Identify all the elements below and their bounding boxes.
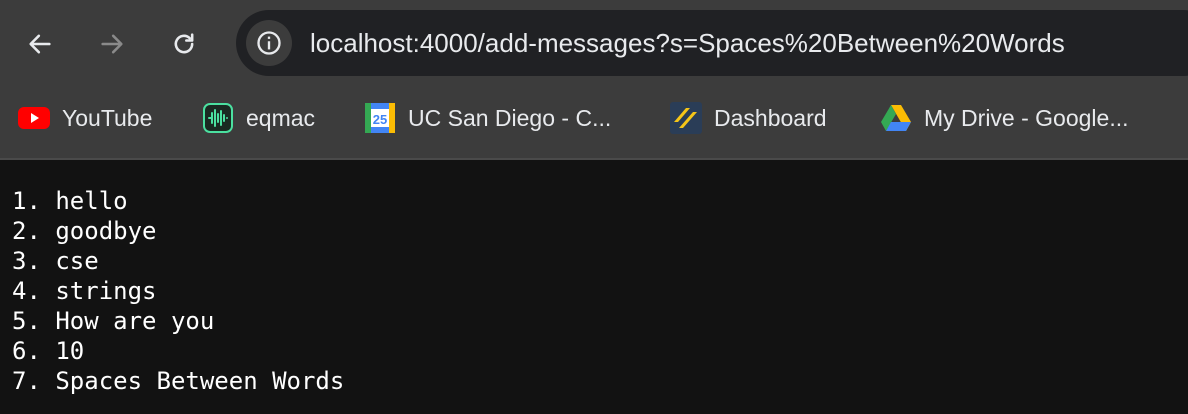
message-line: 3. cse: [12, 247, 99, 275]
svg-text:25: 25: [373, 112, 387, 127]
reload-button[interactable]: [164, 24, 204, 64]
calendar-icon: 25: [364, 102, 396, 134]
info-circle-icon: [257, 31, 281, 55]
message-line: 5. How are you: [12, 307, 215, 335]
message-line: 7. Spaces Between Words: [12, 367, 345, 395]
bookmarks-bar: YouTube eqmac 25 UC San Diego - C... Das…: [0, 88, 1188, 160]
site-info-button[interactable]: [246, 20, 292, 66]
forward-button[interactable]: [92, 24, 132, 64]
message-line: 6. 10: [12, 337, 85, 365]
bookmark-label: UC San Diego - C...: [408, 104, 612, 131]
bookmark-label: My Drive - Google...: [924, 104, 1129, 131]
page-content: 1. hello 2. goodbye 3. cse 4. strings 5.…: [12, 186, 344, 396]
arrow-left-icon: [29, 34, 51, 54]
bookmark-label: YouTube: [62, 104, 153, 131]
message-line: 2. goodbye: [12, 217, 157, 245]
arrow-right-icon: [101, 34, 123, 54]
eqmac-icon: [202, 102, 234, 134]
dashboard-icon: [670, 102, 702, 134]
message-line: 1. hello: [12, 187, 128, 215]
back-button[interactable]: [20, 24, 60, 64]
address-bar[interactable]: localhost:4000/add-messages?s=Spaces%20B…: [236, 10, 1188, 76]
youtube-icon: [18, 102, 50, 134]
bookmark-youtube[interactable]: YouTube: [18, 88, 152, 148]
google-drive-icon: [880, 102, 912, 134]
browser-toolbar: localhost:4000/add-messages?s=Spaces%20B…: [0, 0, 1188, 88]
url-text[interactable]: localhost:4000/add-messages?s=Spaces%20B…: [310, 10, 1065, 76]
reload-icon: [174, 33, 194, 54]
bookmark-uc-san-diego[interactable]: 25 UC San Diego - C...: [364, 88, 611, 148]
bookmark-eqmac[interactable]: eqmac: [202, 88, 315, 148]
bookmark-my-drive[interactable]: My Drive - Google...: [880, 88, 1129, 148]
message-line: 4. strings: [12, 277, 157, 305]
bookmark-label: Dashboard: [714, 104, 827, 131]
bookmark-dashboard[interactable]: Dashboard: [670, 88, 827, 148]
bookmark-label: eqmac: [246, 104, 316, 131]
